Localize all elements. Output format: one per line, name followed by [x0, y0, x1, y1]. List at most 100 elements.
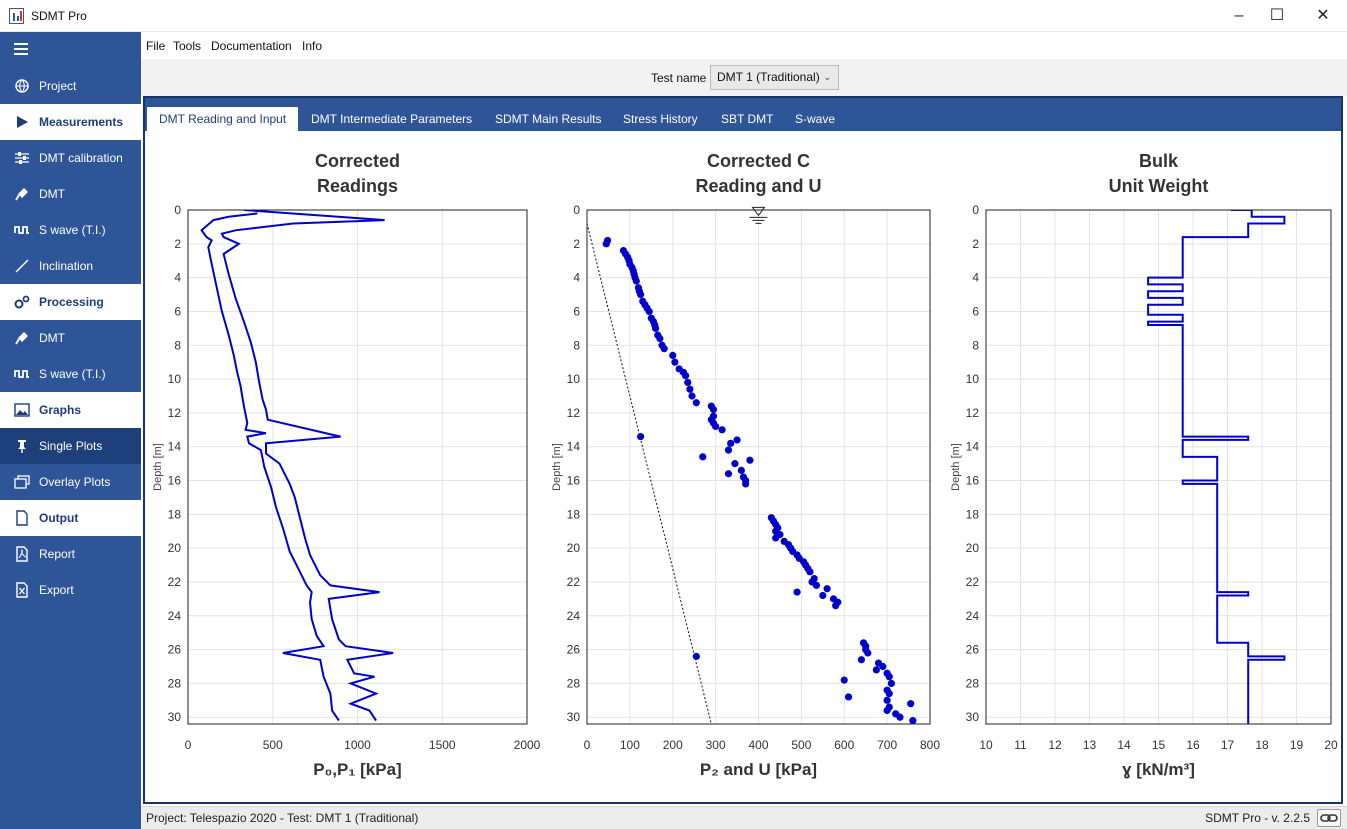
sidebar-item-label: Output: [39, 511, 79, 525]
data-point: [671, 358, 679, 366]
tab-sdmt-main-results[interactable]: SDMT Main Results: [495, 107, 601, 131]
y-tick-label: 4: [972, 271, 979, 285]
y-tick-label: 0: [972, 203, 979, 217]
sidebar-item-s-wave-t-i-8[interactable]: S wave (T.I.): [0, 356, 141, 392]
link-icon[interactable]: [1317, 809, 1341, 827]
sidebar-item-dmt-calibration-2[interactable]: DMT calibration: [0, 140, 141, 176]
sliders-icon: [13, 151, 31, 165]
status-version: SDMT Pro - v. 2.2.5: [1205, 811, 1310, 825]
y-tick-label: 16: [966, 474, 980, 488]
y-tick-label: 4: [174, 271, 181, 285]
test-name-dropdown[interactable]: DMT 1 (Traditional) ⌄: [710, 65, 839, 90]
sidebar-item-export-14[interactable]: Export: [0, 572, 141, 608]
y-tick-label: 12: [966, 406, 980, 420]
sidebar-item-label: Measurements: [39, 115, 124, 129]
close-button[interactable]: ✕: [1300, 0, 1346, 32]
tab-bar: DMT Reading and Input DMT Intermediate P…: [145, 98, 1341, 131]
window-title: SDMT Pro: [31, 9, 87, 23]
test-name-label: Test name: [651, 71, 707, 85]
data-point: [718, 426, 726, 434]
series-line-2: [220, 210, 394, 722]
chart-1: CorrectedReadings0 500 1000 1500 20000246810…: [152, 151, 541, 779]
tab-dmt-intermediate-parameters[interactable]: DMT Intermediate Parameters: [311, 107, 472, 131]
sidebar-item-report-13[interactable]: Report: [0, 536, 141, 572]
x-tick-label: 2000: [514, 738, 541, 752]
data-point: [731, 460, 739, 468]
sidebar-item-label: Project: [39, 79, 77, 93]
x-tick-label: 500: [791, 738, 811, 752]
plot-area: [1147, 210, 1286, 724]
x-axis-label: P₂ and U [kPa]: [700, 760, 817, 779]
x-tick-label: 800: [920, 738, 940, 752]
y-tick-label: 22: [567, 575, 581, 589]
chevron-down-icon: ⌄: [823, 72, 831, 82]
y-tick-label: 28: [966, 676, 980, 690]
data-point: [684, 378, 692, 387]
x-axis-label: P₀,P₁ [kPa]: [313, 760, 401, 779]
tab-panel: DMT Reading and Input DMT Intermediate P…: [143, 96, 1343, 804]
sidebar-item-measurements-1[interactable]: Measurements: [0, 104, 141, 140]
tab-dmt-reading-and-input[interactable]: DMT Reading and Input: [147, 107, 299, 131]
x-tick-label: 17: [1221, 738, 1235, 752]
sidebar: Project Measurements DMT calibration DMT S w…: [0, 32, 141, 829]
maximize-button[interactable]: ☐: [1254, 0, 1300, 32]
sidebar-item-output-12[interactable]: Output: [0, 500, 141, 536]
x-tick-label: 10: [979, 738, 993, 752]
sidebar-item-overlay-plots-11[interactable]: Overlay Plots: [0, 464, 141, 500]
sidebar-item-graphs-9[interactable]: Graphs: [0, 392, 141, 428]
sidebar-item-s-wave-t-i-4[interactable]: S wave (T.I.): [0, 212, 141, 248]
status-bar: Project: Telespazio 2020 - Test: DMT 1 (…: [141, 806, 1347, 829]
menu-file[interactable]: File: [146, 39, 165, 53]
menu-info[interactable]: Info: [302, 39, 322, 53]
data-point: [636, 432, 645, 441]
sidebar-item-project-0[interactable]: Project: [0, 68, 141, 104]
y-tick-label: 22: [966, 575, 980, 589]
sidebar-item-processing-6[interactable]: Processing: [0, 284, 141, 320]
data-point: [887, 679, 896, 688]
x-tick-label: 15: [1152, 738, 1166, 752]
hamburger-menu-icon[interactable]: [14, 43, 28, 58]
y-tick-label: 6: [573, 304, 580, 318]
y-tick-label: 16: [168, 474, 182, 488]
x-tick-label: 100: [620, 738, 640, 752]
slash-icon: [13, 259, 31, 273]
play-icon: [13, 115, 31, 129]
sidebar-item-inclination-5[interactable]: Inclination: [0, 248, 141, 284]
y-tick-label: 8: [573, 338, 580, 352]
y-tick-label: 12: [168, 406, 182, 420]
x-tick-label: 14: [1117, 738, 1131, 752]
data-point: [652, 324, 660, 332]
data-point: [686, 385, 694, 393]
data-point: [857, 656, 866, 664]
menu-tools[interactable]: Tools: [173, 39, 201, 53]
y-tick-label: 14: [966, 440, 980, 454]
file-icon: [13, 510, 31, 526]
sidebar-item-dmt-7[interactable]: DMT: [0, 320, 141, 356]
data-point: [772, 534, 780, 542]
data-point: [883, 706, 891, 715]
wave-icon: [13, 223, 31, 237]
sidebar-item-single-plots-10[interactable]: Single Plots: [0, 428, 141, 464]
plot-area: [200, 210, 394, 722]
sidebar-item-label: Single Plots: [39, 439, 103, 453]
data-point: [603, 236, 612, 245]
data-point: [645, 307, 653, 316]
y-tick-label: 4: [573, 271, 580, 285]
tab-sbt-dmt[interactable]: SBT DMT: [721, 107, 773, 131]
y-tick-label: 10: [168, 372, 182, 386]
y-tick-label: 22: [168, 575, 182, 589]
tab-stress-history[interactable]: Stress History: [623, 107, 698, 131]
x-tick-label: 12: [1048, 738, 1062, 752]
test-name-value: DMT 1 (Traditional): [717, 70, 820, 84]
sidebar-item-label: Export: [39, 583, 74, 597]
data-point: [724, 470, 733, 478]
sidebar-item-dmt-3[interactable]: DMT: [0, 176, 141, 212]
data-point: [909, 717, 917, 724]
chart-title-line: Corrected C: [707, 151, 810, 171]
y-tick-label: 20: [567, 541, 581, 555]
data-point: [632, 277, 640, 285]
tab-s-wave[interactable]: S-wave: [795, 107, 835, 131]
menu-documentation[interactable]: Documentation: [211, 39, 292, 53]
y-tick-label: 26: [567, 643, 581, 657]
chart-title-line: Reading and U: [695, 176, 821, 196]
